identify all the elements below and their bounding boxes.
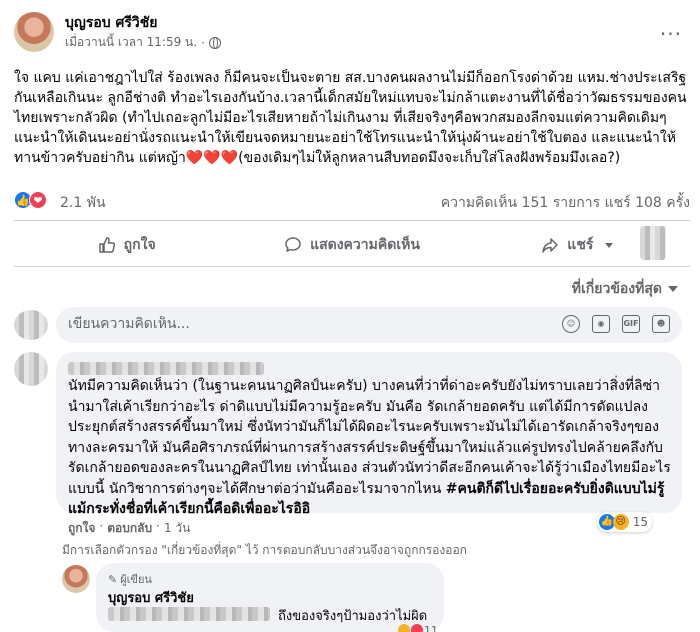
divider: [14, 220, 690, 221]
viewer-avatar: [14, 310, 48, 340]
post-time[interactable]: เมื่อวานนี้ เวลา 11:59 น.: [65, 33, 197, 52]
share-button-label: แชร์: [567, 237, 594, 253]
reply-author-name[interactable]: บุญรอบ ศรีวิชัย: [108, 587, 194, 608]
author-avatar[interactable]: [14, 12, 54, 52]
post-meta: เมื่อวานนี้ เวลา 11:59 น. ·: [65, 33, 221, 52]
post-text: ใจ แคบ แค่เอาชฎาไปใส่ ร้องเพลง ก็มีคนจะเ…: [14, 70, 687, 166]
comment-text-body: นัทมีความคิดเห็นว่า (ในฐานะคนนาฏศิลป์นะค…: [68, 378, 671, 497]
composer-icons: ☺ ◉ GIF ☻: [562, 315, 670, 333]
chevron-down-icon: [668, 286, 678, 292]
sort-label: ที่เกี่ยวข้องที่สุด: [571, 281, 662, 297]
sad-reaction-icon: 😢: [612, 514, 629, 530]
like-button[interactable]: ถูกใจ: [14, 228, 239, 262]
comment-text: นัทมีความคิดเห็นว่า (ในฐานะคนนาฏศิลป์นะค…: [68, 376, 672, 520]
love-reaction-icon: ❤: [29, 191, 47, 209]
post-actions: ถูกใจ แสดงความคิดเห็น แชร์: [14, 228, 690, 262]
post-author-name[interactable]: บุญรอบ ศรีวิชัย: [65, 12, 157, 34]
haha-reaction-icon: [398, 624, 410, 632]
comment-sort-dropdown[interactable]: ที่เกี่ยวข้องที่สุด: [572, 278, 678, 300]
comment-age[interactable]: 1 วัน: [164, 519, 190, 538]
comment-button-label: แสดงความคิดเห็น: [310, 237, 420, 253]
reaction-icons[interactable]: 👍 ❤: [14, 191, 47, 209]
comment-share-stats[interactable]: ความคิดเห็น 151 รายการ แชร์ 108 ครั้ง: [441, 192, 690, 214]
comment-icon: [284, 236, 302, 254]
comment-reply-button[interactable]: ตอบกลับ: [107, 519, 152, 538]
divider: [14, 266, 690, 267]
reply-bubble: ✎ ผู้เขียน บุญรอบ ศรีวิชัย ถึงของจริงๆป้…: [96, 563, 444, 632]
author-badge: ✎ ผู้เขียน: [108, 570, 152, 588]
redacted-mention: [108, 607, 270, 621]
comment-like-button[interactable]: ถูกใจ: [68, 519, 95, 538]
sticker-icon[interactable]: ☻: [652, 315, 670, 333]
reaction-count[interactable]: 2.1 พัน: [60, 192, 106, 214]
comment-reactions[interactable]: 👍 😢 15: [596, 512, 652, 532]
commenter-avatar[interactable]: [14, 352, 48, 386]
filter-note: มีการเลือกตัวกรอง "เกี่ยวข้องที่สุด" ไว้…: [62, 543, 467, 557]
meta-separator: ·: [156, 519, 160, 533]
comment-reaction-count: 15: [632, 515, 648, 529]
thumb-up-icon: [98, 236, 116, 254]
more-options-icon[interactable]: ···: [660, 22, 682, 46]
comment-input[interactable]: [68, 316, 548, 332]
globe-icon: [208, 36, 221, 49]
gif-icon[interactable]: GIF: [622, 315, 640, 333]
reply-author-avatar[interactable]: [62, 565, 90, 593]
share-icon: [541, 236, 559, 254]
reply-reactions[interactable]: 11: [398, 623, 438, 632]
author-badge-label: ผู้เขียน: [120, 573, 152, 586]
reactions-bar: 👍 ❤ 2.1 พัน ความคิดเห็น 151 รายการ แชร์ …: [14, 190, 690, 212]
like-button-label: ถูกใจ: [123, 237, 156, 253]
commenter-name[interactable]: [68, 362, 264, 375]
emoji-icon[interactable]: ☺: [562, 315, 580, 333]
pencil-icon: ✎: [108, 572, 118, 586]
post-header: บุญรอบ ศรีวิชัย เมื่อวานนี้ เวลา 11:59 น…: [0, 0, 700, 62]
comment-bubble: นัทมีความคิดเห็นว่า (ในฐานะคนนาฏศิลป์นะค…: [56, 352, 682, 517]
comment-button[interactable]: แสดงความคิดเห็น: [239, 228, 464, 262]
meta-separator: ·: [99, 519, 104, 533]
love-reaction-icon: [411, 624, 423, 632]
camera-icon[interactable]: ◉: [592, 315, 610, 333]
meta-separator: ·: [201, 35, 205, 50]
comment-meta: ถูกใจ · ตอบกลับ · 1 วัน: [68, 519, 190, 538]
comment-composer[interactable]: ☺ ◉ GIF ☻: [56, 307, 682, 343]
redacted-avatar: [640, 226, 666, 260]
reply-reaction-count: 11: [424, 623, 438, 632]
chevron-down-icon[interactable]: [605, 242, 614, 248]
